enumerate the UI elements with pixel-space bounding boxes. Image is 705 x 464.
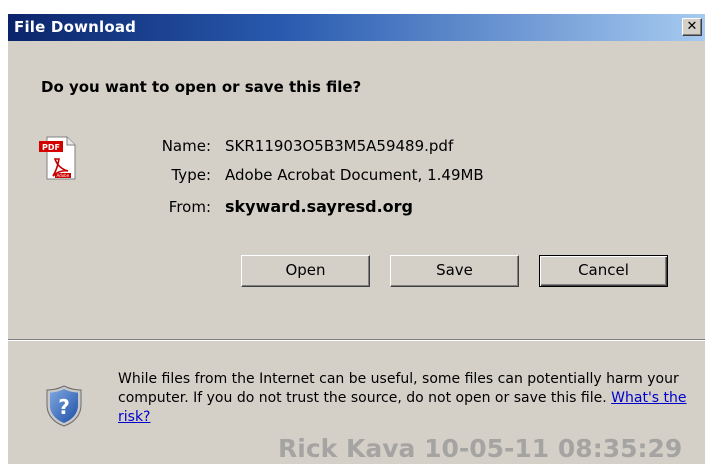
security-warning: While files from the Internet can be use… [118, 370, 698, 427]
warning-text: While files from the Internet can be use… [118, 371, 679, 406]
cancel-button[interactable]: Cancel [539, 255, 668, 287]
close-icon: ✕ [686, 19, 698, 34]
dialog-question: Do you want to open or save this file? [41, 78, 362, 96]
title-bar[interactable]: File Download ✕ [8, 14, 705, 41]
file-source: skyward.sayresd.org [225, 197, 413, 216]
name-label: Name: [161, 137, 211, 155]
svg-text:?: ? [58, 395, 70, 419]
type-label: Type: [171, 166, 211, 184]
pdf-file-icon: PDF Adobe [37, 135, 79, 185]
file-download-dialog: File Download ✕ Do you want to open or s… [8, 14, 705, 464]
shield-question-icon: ? [46, 385, 82, 431]
from-label: From: [168, 198, 211, 216]
svg-text:Adobe: Adobe [57, 173, 70, 178]
file-name: SKR11903O5B3M5A59489.pdf [225, 137, 454, 155]
watermark-text: Rick Kava 10-05-11 08:35:29 [278, 434, 683, 463]
svg-text:PDF: PDF [42, 143, 60, 152]
close-button[interactable]: ✕ [682, 18, 702, 36]
divider [8, 339, 705, 341]
open-button[interactable]: Open [241, 255, 370, 287]
save-button[interactable]: Save [390, 255, 519, 287]
file-type: Adobe Acrobat Document, 1.49MB [225, 166, 484, 184]
window-title: File Download [14, 18, 137, 36]
